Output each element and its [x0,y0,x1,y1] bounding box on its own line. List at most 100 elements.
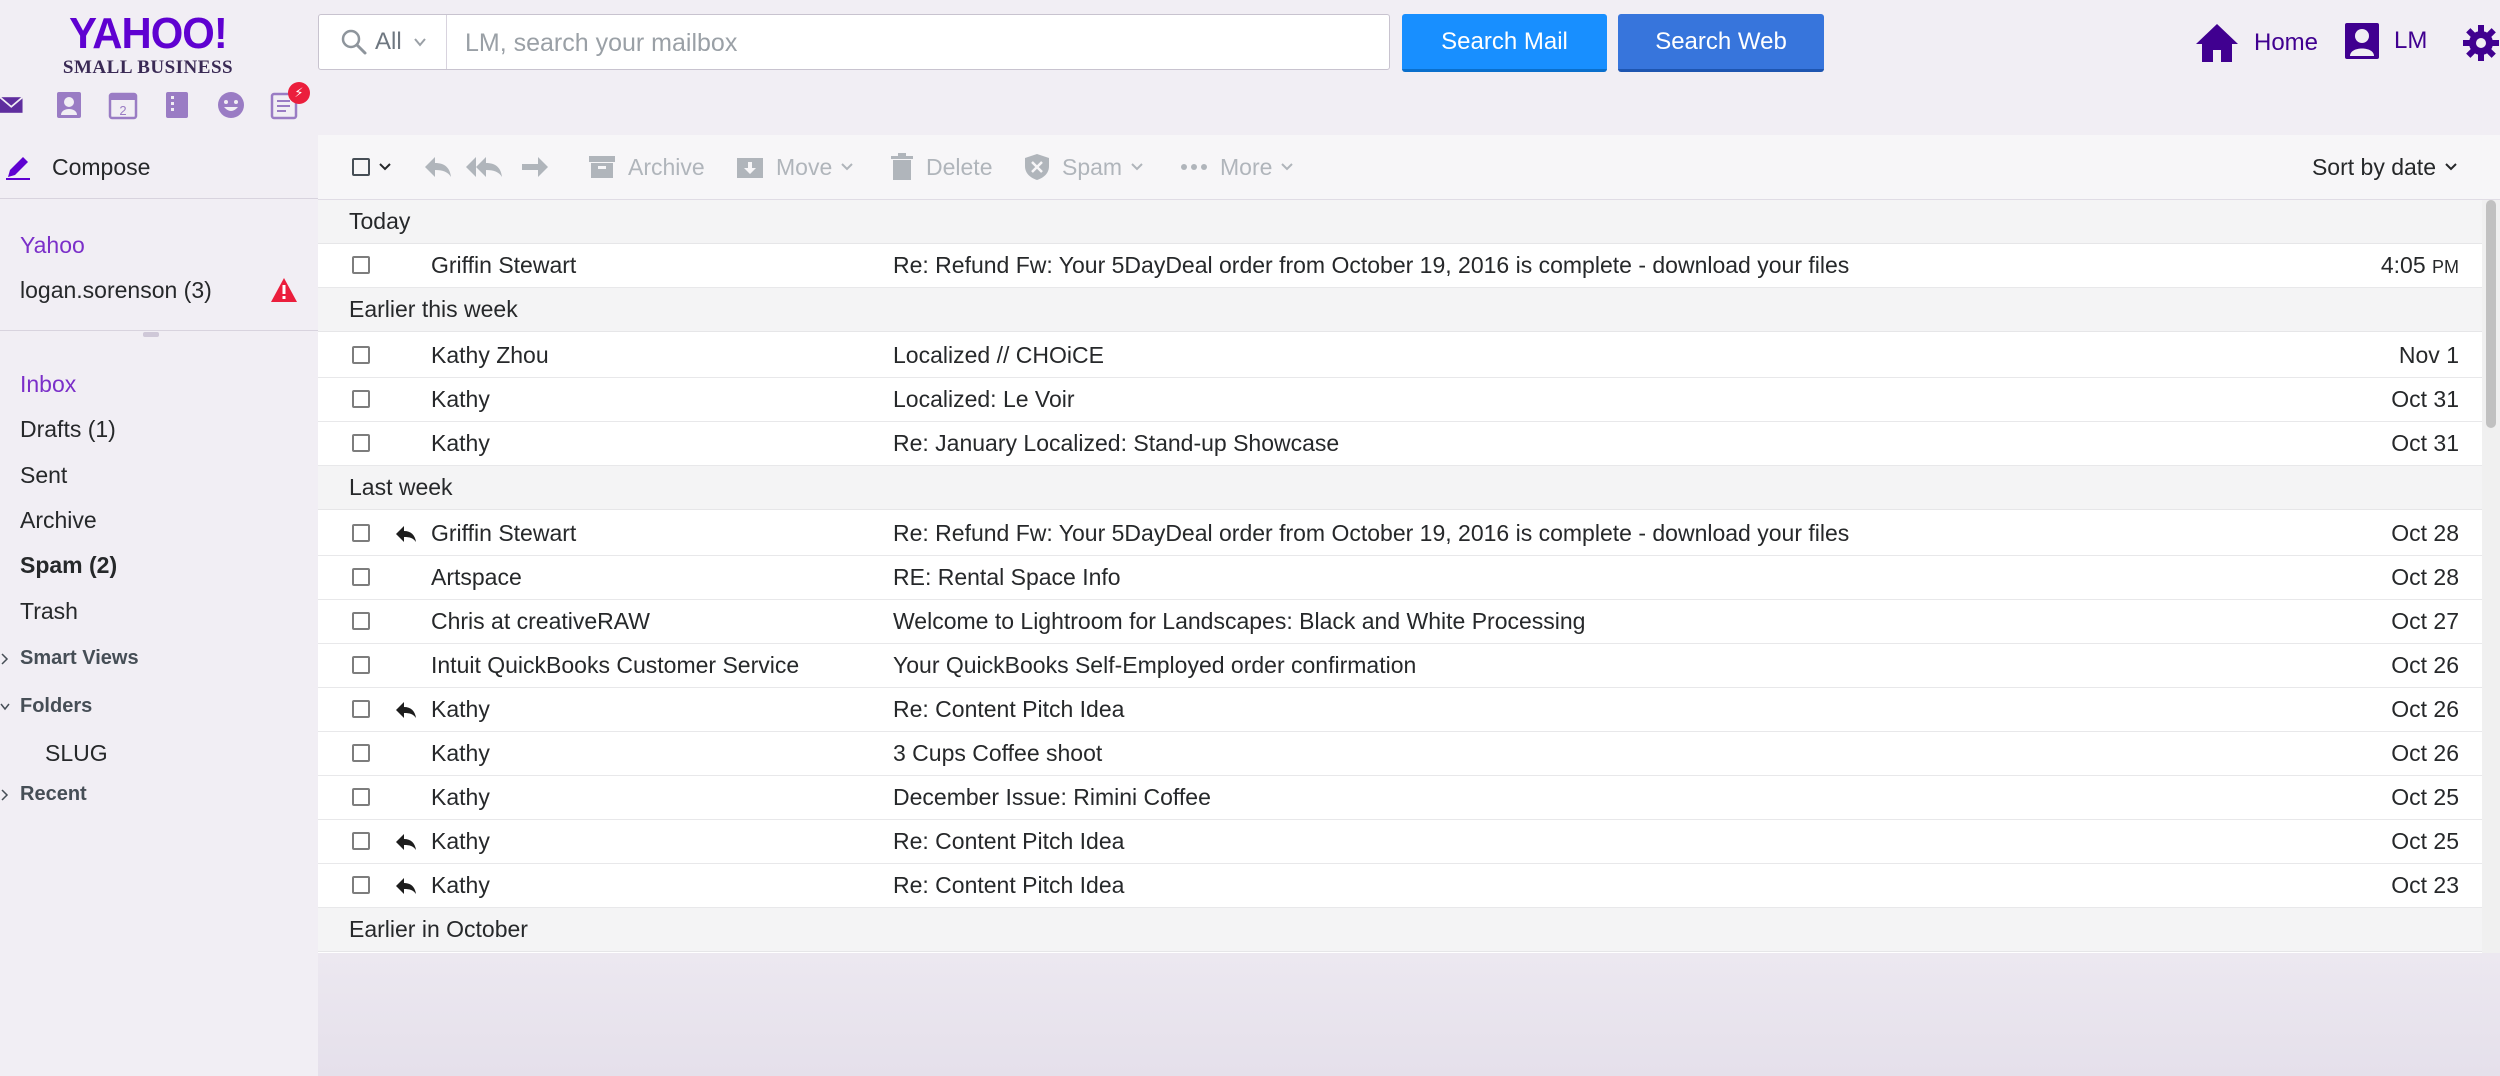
user-menu[interactable]: LM [2344,22,2427,60]
select-all-checkbox[interactable] [352,135,404,199]
row-checkbox[interactable] [352,524,370,542]
account-yahoo[interactable]: Yahoo [20,232,85,259]
row-checkbox[interactable] [352,568,370,586]
chevron-down-icon [413,38,426,47]
folder-drafts[interactable]: Drafts (1) [20,416,116,443]
group-header-earlier-in-october: Earlier in October [318,908,2482,952]
group-label: Last week [349,474,453,500]
folder-spam[interactable]: Spam (2) [20,552,117,579]
date: Oct 23 [2391,872,2459,898]
messenger-icon[interactable] [216,90,246,120]
newsfeed-app[interactable]: ⚡ [270,82,310,120]
reply-icon[interactable] [423,155,453,179]
sender: Kathy Zhou [431,342,549,368]
section-recent[interactable]: Recent [0,783,87,806]
date-value: 4:05 [2380,252,2426,278]
compose-label: Compose [52,153,151,180]
delete-button[interactable]: Delete [890,135,992,199]
subject: Your QuickBooks Self-Employed order conf… [893,652,1417,678]
move-button[interactable]: Move [736,135,866,199]
reply-all-icon[interactable] [466,155,504,179]
date-suffix: PM [2432,257,2459,277]
replied-icon [396,834,416,850]
sender: Kathy [431,828,490,854]
folder-slug[interactable]: SLUG [45,740,108,767]
folder-trash[interactable]: Trash [20,598,78,625]
message-row[interactable]: Kathy Re: Content Pitch Idea Oct 25 [318,820,2482,864]
date: Oct 25 [2391,784,2459,810]
contacts-icon[interactable] [54,90,84,120]
subject: Re: Content Pitch Idea [893,696,1125,722]
section-label: Smart Views [20,647,139,669]
message-row[interactable]: Kathy Re: January Localized: Stand-up Sh… [318,422,2482,466]
date: Nov 1 [2398,342,2459,368]
folder-archive[interactable]: Archive [20,507,97,534]
logo-sub-text: SMALL BUSINESS [62,57,234,78]
message-row[interactable]: Kathy Localized: Le Voir Oct 31 [318,378,2482,422]
divider [0,198,318,199]
move-label: Move [776,153,833,180]
gear-icon[interactable] [2462,24,2500,62]
sender: Intuit QuickBooks Customer Service [431,652,800,678]
message-row[interactable]: Kathy Zhou Localized // CHOiCE Nov 1 [318,334,2482,378]
message-row[interactable]: Artspace RE: Rental Space Info Oct 28 [318,556,2482,600]
chevron-right-icon [1,652,9,665]
calendar-icon[interactable]: 2 [108,90,138,120]
row-checkbox[interactable] [352,744,370,762]
sender: Griffin Stewart [431,252,577,278]
search-web-button[interactable]: Search Web [1618,14,1824,72]
account-logan-sorenson[interactable]: logan.sorenson (3) [20,277,212,304]
row-checkbox[interactable] [352,876,370,894]
message-row[interactable]: Chris at creativeRAW Welcome to Lightroo… [318,600,2482,644]
message-row[interactable]: Kathy 3 Cups Coffee shoot Oct 26 [318,732,2482,776]
spam-button[interactable]: Spam [1024,135,1156,199]
search-scope-dropdown[interactable]: All [319,15,447,69]
folder-inbox[interactable]: Inbox [20,371,76,398]
sort-label: Sort by date [2311,153,2436,180]
home-label: Home [2254,29,2319,56]
message-row[interactable]: Kathy Re: Content Pitch Idea Oct 23 [318,864,2482,908]
delete-label: Delete [926,153,993,180]
section-folders[interactable]: Folders [0,695,92,718]
row-checkbox[interactable] [352,256,370,274]
mail-icon[interactable] [0,90,26,120]
section-smart-views[interactable]: Smart Views [0,647,139,670]
message-row[interactable]: Griffin Stewart Re: Refund Fw: Your 5Day… [318,244,2482,288]
warning-icon[interactable] [270,277,298,303]
divider [0,330,318,331]
row-checkbox[interactable] [352,832,370,850]
row-checkbox[interactable] [352,612,370,630]
subject: RE: Rental Space Info [893,564,1121,590]
notepad-icon[interactable] [162,90,192,120]
sort-dropdown[interactable]: Sort by date [2312,135,2458,199]
row-checkbox[interactable] [352,700,370,718]
archive-button[interactable]: Archive [588,135,705,199]
scrollbar-thumb[interactable] [2486,200,2496,428]
message-row[interactable]: Griffin Stewart Re: Refund Fw: Your 5Day… [318,512,2482,556]
forward-icon[interactable] [520,155,550,179]
row-checkbox[interactable] [352,390,370,408]
search-mail-button[interactable]: Search Mail [1402,14,1607,72]
more-button[interactable]: More [1180,135,1306,199]
svg-text:2: 2 [119,103,126,118]
row-checkbox[interactable] [352,346,370,364]
compose-button[interactable]: Compose [0,153,150,181]
date: Oct 28 [2391,564,2459,590]
search-input[interactable] [463,22,1367,64]
resize-handle[interactable] [143,332,159,337]
yahoo-logo[interactable]: YAHOO! SMALL BUSINESS [58,12,238,79]
message-row[interactable]: Kathy Re: Content Pitch Idea Oct 26 [318,688,2482,732]
chevron-down-icon [841,163,853,171]
home-link[interactable]: Home [2194,22,2318,64]
row-checkbox[interactable] [352,656,370,674]
message-list-scrollbar[interactable] [2482,200,2500,953]
row-checkbox[interactable] [352,788,370,806]
subject: Localized // CHOiCE [893,342,1104,368]
date: Oct 31 [2391,386,2459,412]
message-row[interactable]: Kathy December Issue: Rimini Coffee Oct … [318,776,2482,820]
trash-icon [891,153,913,180]
header: YAHOO! SMALL BUSINESS All Search Mail Se… [0,0,2500,136]
message-row[interactable]: Intuit QuickBooks Customer Service Your … [318,644,2482,688]
row-checkbox[interactable] [352,434,370,452]
folder-sent[interactable]: Sent [20,462,67,489]
